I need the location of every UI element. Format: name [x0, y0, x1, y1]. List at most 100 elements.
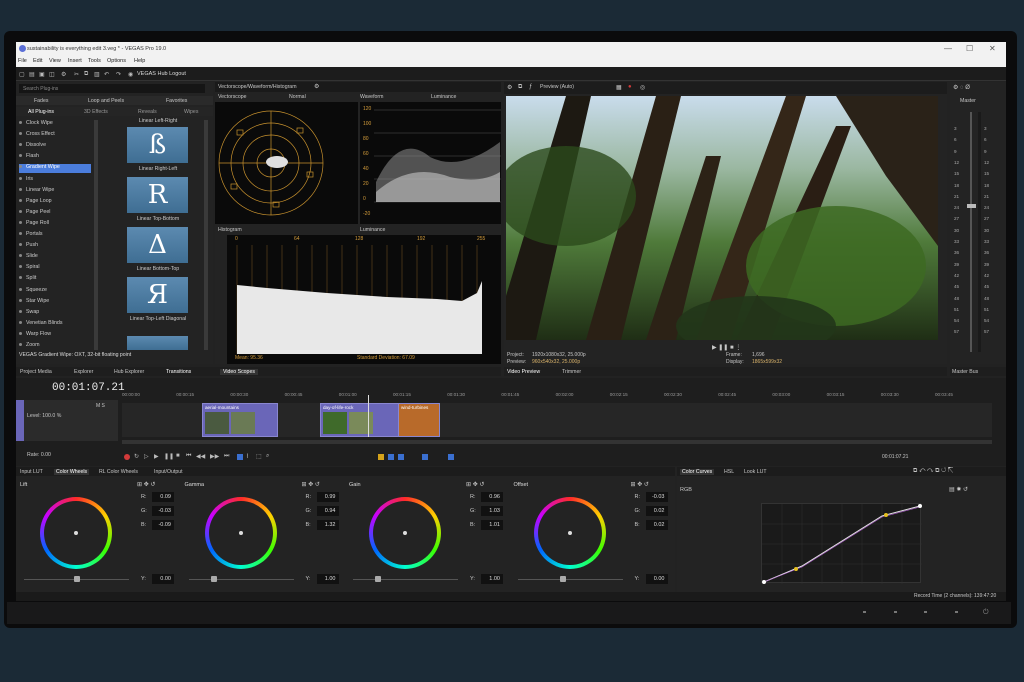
selection-tool-icon[interactable]: ⬚ [256, 453, 262, 460]
luma-slider[interactable] [517, 579, 623, 580]
tab-video-preview[interactable]: Video Preview [507, 369, 540, 375]
paste-icon[interactable]: ▥ [94, 71, 100, 78]
save-icon[interactable]: ▣ [39, 71, 45, 78]
preset-thumb[interactable] [127, 336, 188, 350]
wheel-puck[interactable] [403, 531, 407, 535]
play-from-start-icon[interactable]: ▷ [144, 453, 149, 460]
plugin-list-item[interactable]: Push [19, 242, 91, 251]
channel-value-r[interactable]: 0.99 [316, 492, 339, 502]
plugin-list-item[interactable]: Page Loop [19, 198, 91, 207]
wheel-options-icon[interactable]: ⊞ ✥ ↺ [631, 481, 649, 488]
tab-hsl[interactable]: HSL [724, 469, 734, 475]
plugin-list-item[interactable]: Portals [19, 231, 91, 240]
forward-icon[interactable]: ▶▶ [210, 453, 219, 460]
preset-thumb[interactable]: ß [127, 127, 188, 163]
plugin-list-item[interactable]: Page Peel [19, 209, 91, 218]
y-value[interactable]: 0.00 [645, 574, 668, 584]
menu-insert[interactable]: Insert [68, 58, 82, 64]
minimize-button[interactable]: — [944, 44, 952, 53]
channel-value-b[interactable]: 1.32 [316, 520, 339, 530]
timeline-clip[interactable]: wind-turbines [398, 403, 440, 437]
channel-value-b[interactable]: 0.02 [645, 520, 668, 530]
rewind-icon[interactable]: ◀◀ [196, 453, 205, 460]
tab-reveals[interactable]: Reveals [138, 109, 157, 115]
preset-thumb[interactable]: Я [127, 277, 188, 313]
luma-slider-knob[interactable] [559, 576, 566, 582]
plugin-list-item[interactable]: Slide [19, 253, 91, 262]
tab-trimmer[interactable]: Trimmer [562, 369, 581, 375]
mute-solo-icons[interactable]: M S [96, 403, 105, 409]
channel-value-b[interactable]: 1.01 [481, 520, 503, 530]
plugin-list-item[interactable]: Warp Flow [19, 331, 91, 340]
luma-slider[interactable] [353, 579, 458, 580]
channel-value-g[interactable]: -0.03 [152, 506, 174, 516]
tab-transitions[interactable]: Transitions [166, 369, 191, 375]
tab-hub-explorer[interactable]: Hub Explorer [114, 369, 144, 375]
tab-3d-effects[interactable]: 3D Effects [84, 109, 108, 115]
timeline-clip[interactable]: day-of-life-rock [320, 403, 400, 437]
hub-logout-link[interactable]: VEGAS Hub Logout [137, 71, 186, 77]
plugin-list-item[interactable]: Star Wipe [19, 298, 91, 307]
channel-value-r[interactable]: 0.96 [481, 492, 503, 502]
plugin-list-item[interactable]: Spiral [19, 264, 91, 273]
tab-project-media[interactable]: Project Media [20, 369, 52, 375]
normal-edit-tool-icon[interactable] [237, 454, 243, 460]
channel-value-g[interactable]: 0.94 [316, 506, 339, 516]
plugin-list-item[interactable]: Split [19, 275, 91, 284]
track-level[interactable]: Level: 100.0 % [27, 413, 61, 419]
pause-icon[interactable]: ❚❚ [164, 453, 174, 460]
master-fader-knob[interactable] [967, 204, 976, 208]
new-icon[interactable]: ▢ [19, 71, 25, 78]
snap-icon[interactable] [378, 454, 384, 460]
lock-envelopes-icon[interactable] [398, 454, 404, 460]
stop-icon[interactable]: ■ [176, 453, 180, 459]
loop-icon[interactable]: ↻ [134, 453, 139, 460]
menu-edit[interactable]: Edit [33, 58, 42, 64]
channel-value-g[interactable]: 1.03 [481, 506, 503, 516]
preset-scrollbar[interactable] [204, 120, 208, 350]
timeline-clip[interactable]: aerial-mountains [202, 403, 278, 437]
render-icon[interactable]: ◫ [49, 71, 55, 78]
cut-icon[interactable]: ✂ [74, 71, 79, 78]
plugin-list-item[interactable]: Cross Effect [19, 131, 91, 140]
plugin-list-item[interactable]: Squeeze [19, 287, 91, 296]
plugin-list-item[interactable]: Swap [19, 309, 91, 318]
playhead[interactable] [368, 395, 369, 437]
tab-video-scopes[interactable]: Video Scopes [220, 369, 258, 375]
menu-help[interactable]: Help [134, 58, 145, 64]
auto-ripple-icon[interactable] [388, 454, 394, 460]
snapshot-icon[interactable]: ◎ [640, 84, 645, 91]
scope-type-dropdown[interactable]: Vectorscope/Waveform/Histogram [218, 84, 297, 90]
wheel-options-icon[interactable]: ⊞ ✥ ↺ [302, 481, 320, 488]
wheel-options-icon[interactable]: ⊞ ✥ ↺ [466, 481, 484, 488]
menu-tools[interactable]: Tools [88, 58, 101, 64]
preset-thumb[interactable]: R [127, 177, 188, 213]
ignore-grouping-icon[interactable] [448, 454, 454, 460]
luma-slider-knob[interactable] [375, 576, 381, 582]
settings-icon[interactable]: ⚙ [61, 71, 66, 78]
channel-value-g[interactable]: 0.02 [645, 506, 668, 516]
menu-file[interactable]: File [18, 58, 27, 64]
split-screen-icon[interactable]: ⧉ [518, 84, 522, 91]
plugin-list-item[interactable]: Linear Wipe [19, 187, 91, 196]
envelope-tool-icon[interactable]: ⌇ [246, 453, 249, 460]
preview-quality-dropdown[interactable]: Preview (Auto) [540, 84, 574, 90]
curve-graph[interactable] [761, 503, 922, 584]
close-button[interactable]: ✕ [989, 44, 996, 53]
plugin-list-item[interactable]: Page Roll [19, 220, 91, 229]
preview-settings-icon[interactable]: ⚙ [507, 84, 512, 91]
rate-label[interactable]: Rate: 0.00 [27, 452, 51, 458]
vectorscope-mode[interactable]: Normal [289, 94, 306, 100]
tab-color-wheels[interactable]: Color Wheels [54, 469, 90, 475]
plugin-list-item[interactable]: Dissolve [19, 142, 91, 151]
channel-value-r[interactable]: 0.09 [152, 492, 174, 502]
redo-icon[interactable]: ↷ [116, 71, 121, 78]
luma-slider-knob[interactable] [210, 576, 217, 582]
plugin-list-item[interactable]: Venetian Blinds [19, 320, 91, 329]
play-icon[interactable]: ▶ [154, 453, 159, 460]
waveform-mode[interactable]: Luminance [431, 94, 456, 100]
channel-value-r[interactable]: -0.03 [645, 492, 668, 502]
wheel-puck[interactable] [567, 531, 572, 535]
maximize-button[interactable]: ☐ [966, 44, 973, 53]
tab-wipes[interactable]: Wipes [184, 109, 198, 115]
